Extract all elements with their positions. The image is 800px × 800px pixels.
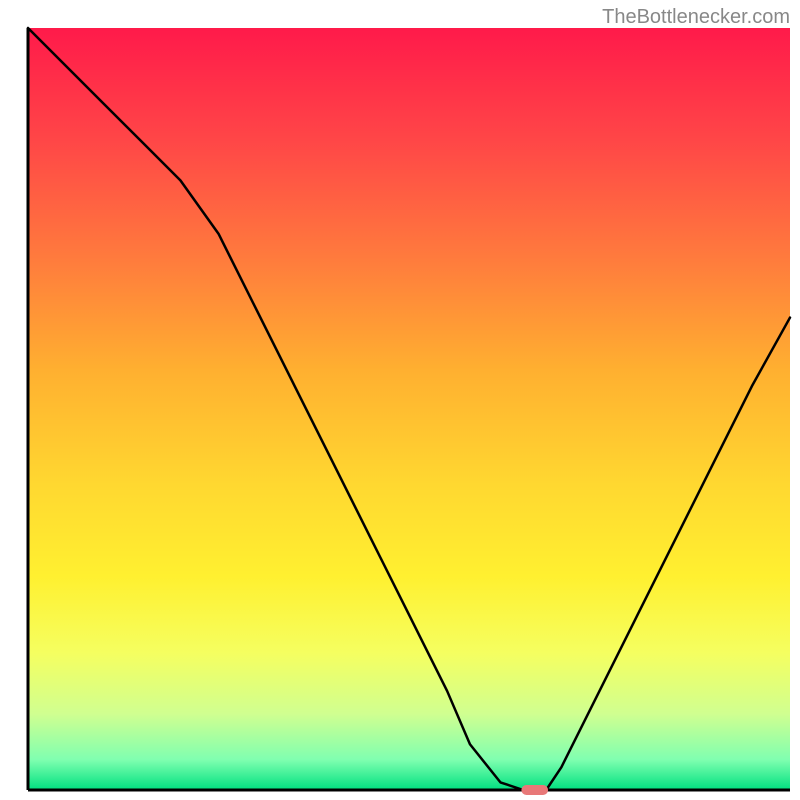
chart-container: TheBottlenecker.com <box>0 0 800 800</box>
watermark-text: TheBottlenecker.com <box>602 6 790 29</box>
bottleneck-chart <box>0 0 800 800</box>
optimal-marker <box>521 785 548 795</box>
